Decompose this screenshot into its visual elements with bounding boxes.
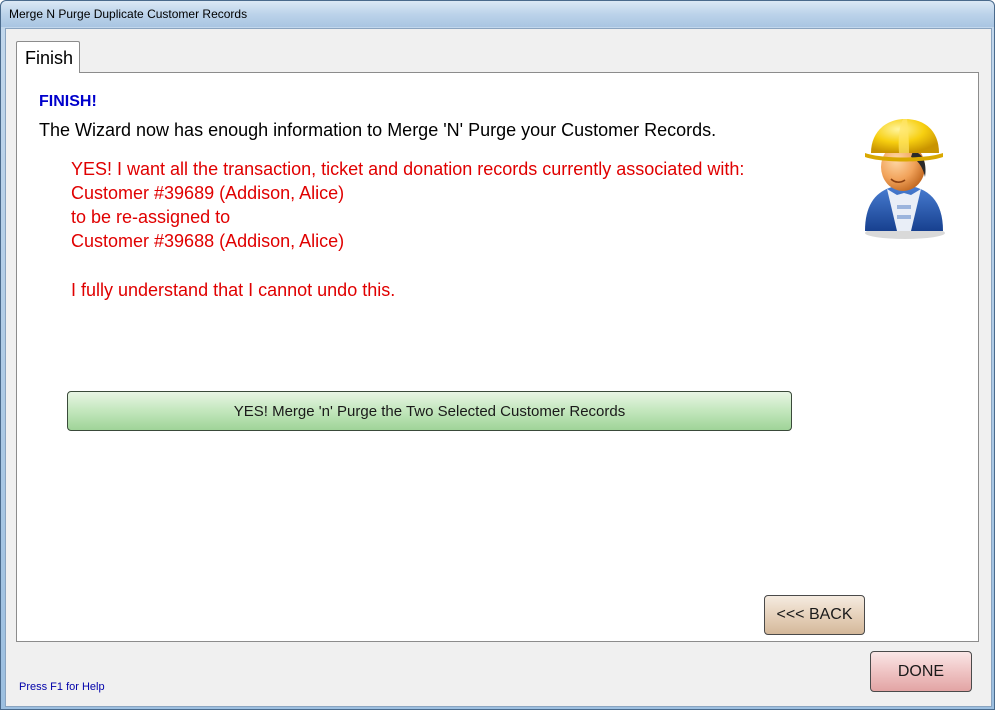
confirmation-text: YES! I want all the transaction, ticket … xyxy=(71,159,745,179)
wizard-window: Merge N Purge Duplicate Customer Records… xyxy=(0,0,995,710)
title-bar[interactable]: Merge N Purge Duplicate Customer Records xyxy=(1,1,994,27)
intro-text: The Wizard now has enough information to… xyxy=(39,120,717,140)
source-customer-text: Customer #39689 (Addison, Alice) xyxy=(71,183,345,203)
help-hint: Press F1 for Help xyxy=(19,681,105,693)
merge-purge-button[interactable]: YES! Merge 'n' Purge the Two Selected Cu… xyxy=(67,391,792,431)
undo-warning-text: I fully understand that I cannot undo th… xyxy=(71,280,396,300)
finish-panel: FINISH! The Wizard now has enough inform… xyxy=(16,72,979,642)
window-client-area: Finish FINISH! The Wizard now has enough… xyxy=(5,28,992,707)
construction-worker-icon xyxy=(865,119,945,239)
reassign-text: to be re-assigned to xyxy=(71,207,231,227)
back-button[interactable]: <<< BACK xyxy=(764,595,865,635)
page-heading: FINISH! xyxy=(39,93,97,110)
done-button[interactable]: DONE xyxy=(870,651,972,692)
window-title: Merge N Purge Duplicate Customer Records xyxy=(9,7,248,21)
tab-finish-label: Finish xyxy=(25,48,74,68)
target-customer-text: Customer #39688 (Addison, Alice) xyxy=(71,231,345,251)
tab-finish[interactable]: Finish xyxy=(16,41,80,73)
